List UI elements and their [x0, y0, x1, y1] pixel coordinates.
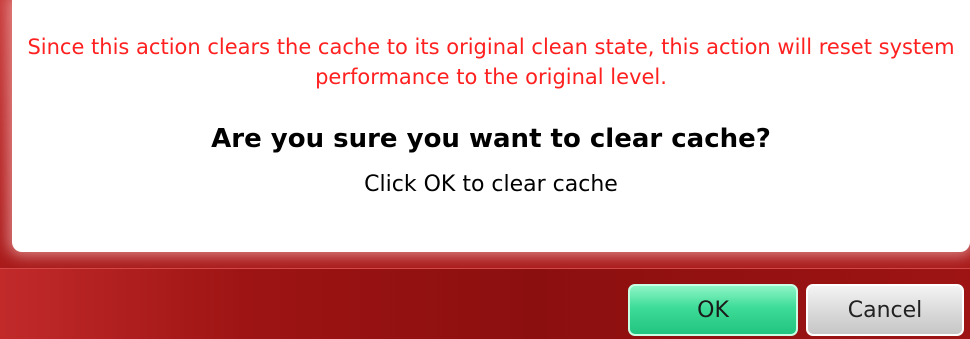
warning-message: Since this action clears the cache to it… — [27, 35, 955, 89]
clear-cache-dialog: Since this action clears the cache to it… — [0, 0, 970, 339]
confirm-question: Are you sure you want to clear cache? — [211, 124, 771, 154]
dialog-button-bar: OK Cancel — [0, 268, 970, 339]
instruction-text: Click OK to clear cache — [364, 172, 618, 197]
ok-button[interactable]: OK — [628, 284, 798, 336]
dialog-message-panel: Since this action clears the cache to it… — [12, 0, 970, 252]
cancel-button[interactable]: Cancel — [806, 284, 964, 336]
